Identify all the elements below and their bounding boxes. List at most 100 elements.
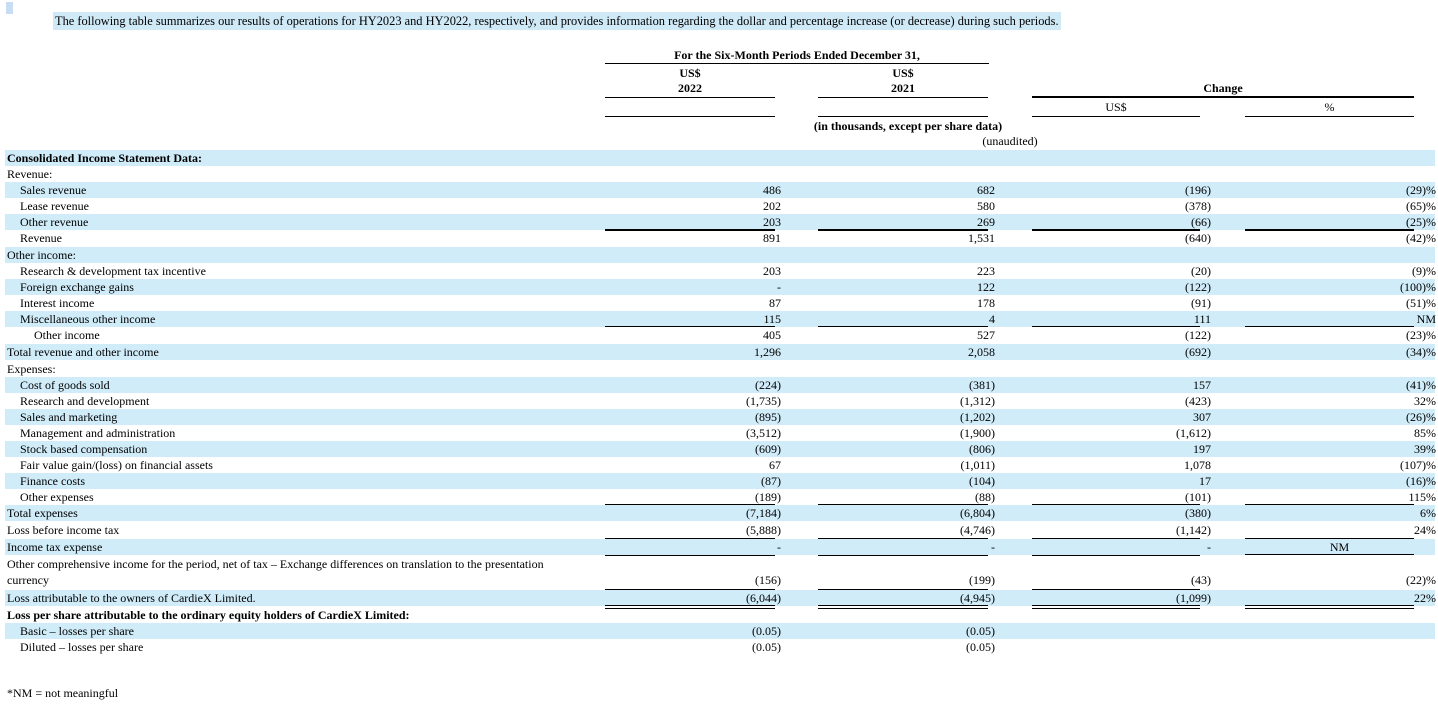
subtotal-rule	[605, 538, 775, 539]
row-label: Fair value gain/(loss) on financial asse…	[20, 458, 213, 472]
subtotal-rule	[1032, 589, 1200, 590]
change-usd-value: (1,612)	[1176, 426, 1211, 440]
table-row: Total expenses (7,184) (6,804) (380) 6%	[5, 505, 1436, 521]
total-rule	[818, 608, 988, 609]
table-row: Diluted – losses per share (0.05) (0.05)	[5, 639, 1435, 655]
row-label: Research and development	[20, 394, 150, 408]
table-row: Stock based compensation (609) (806) 197 39%	[5, 441, 1436, 457]
table-row: Other income 405 527 (122) (23)%	[5, 327, 1436, 343]
change-pct-value: NM	[1416, 312, 1436, 326]
change-pct-value: 85%	[1414, 426, 1436, 440]
subtotal-rule	[605, 229, 775, 231]
row-label: Stock based compensation	[20, 442, 148, 456]
value-hy2022: 1,296	[754, 345, 781, 359]
table-row: Loss attributable to the owners of Cardi…	[5, 590, 1436, 606]
value-hy2022: (3,512)	[746, 426, 781, 440]
value-hy2021: (4,746)	[960, 523, 995, 537]
change-usd-value: -	[1207, 540, 1211, 554]
change-pct-value: (29)%	[1406, 183, 1436, 197]
value-hy2022: -	[777, 280, 781, 294]
value-hy2022: (189)	[755, 490, 781, 504]
table-row: Foreign exchange gains - 122 (122) (100)%	[5, 279, 1436, 295]
change-usd-value: (1,099)	[1176, 591, 1211, 605]
value-hy2022: (87)	[761, 474, 781, 488]
subtotal-rule	[1032, 504, 1200, 505]
subtotal-rule	[818, 555, 988, 556]
row-label: Other income:	[7, 248, 76, 262]
row-label: Expenses:	[7, 362, 56, 376]
table-row: Miscellaneous other income 115 4 111 NM	[5, 311, 1436, 327]
subtotal-rule	[1245, 538, 1414, 539]
selection-marker	[6, 2, 13, 14]
value-hy2022: 203	[763, 215, 781, 229]
change-usd-value: 197	[1193, 442, 1211, 456]
change-pct-value: (25)%	[1406, 215, 1436, 229]
change-pct-value: (26)%	[1406, 410, 1436, 424]
row-label: Other expenses	[20, 490, 94, 504]
subtotal-rule	[605, 326, 775, 327]
change-usd-value: 1,078	[1184, 458, 1211, 472]
row-label: Loss per share attributable to the ordin…	[7, 608, 410, 622]
value-hy2021: 178	[977, 296, 995, 310]
change-usd-value: (640)	[1185, 231, 1211, 245]
subtotal-rule	[1032, 326, 1200, 327]
row-label: Consolidated Income Statement Data:	[7, 151, 202, 165]
value-hy2022: (0.05)	[752, 624, 781, 638]
row-label: Basic – losses per share	[20, 624, 134, 638]
change-rule	[1032, 96, 1414, 98]
value-hy2021: (104)	[969, 474, 995, 488]
change-usd-value: (101)	[1185, 490, 1211, 504]
table-row: Loss before income tax (5,888) (4,746) (1,1…	[5, 522, 1436, 538]
table-row: Income tax expense - - - NM	[5, 539, 1435, 555]
value-hy2021: 4	[989, 312, 995, 326]
unaudited-note: (unaudited)	[982, 134, 1038, 148]
change-pct-value: (42)%	[1406, 231, 1436, 245]
change-pct-value: 22%	[1414, 591, 1436, 605]
row-label: Cost of goods sold	[20, 378, 110, 392]
change-pct-rule	[1245, 116, 1414, 117]
change-usd-value: (20)	[1191, 264, 1211, 278]
change-usd-value: (43)	[1191, 573, 1211, 587]
value-hy2021: (88)	[975, 490, 995, 504]
value-hy2022: (6,044)	[746, 591, 781, 605]
change-usd-value: (122)	[1185, 328, 1211, 342]
table-row: Other income:	[5, 247, 1435, 263]
table-row: Finance costs (87) (104) 17 (16)%	[5, 473, 1436, 489]
total-rule	[605, 608, 775, 609]
value-hy2021: 122	[977, 280, 995, 294]
change-pct-value: (34)%	[1406, 345, 1436, 359]
value-hy2021: (6,804)	[960, 506, 995, 520]
value-hy2022: 486	[763, 183, 781, 197]
value-hy2022: 87	[769, 296, 781, 310]
change-pct-value: (41)%	[1406, 378, 1436, 392]
value-hy2021: 223	[977, 264, 995, 278]
change-pct-value: (9)%	[1412, 264, 1436, 278]
change-usd-value: (1,142)	[1176, 523, 1211, 537]
table-row: Sales revenue 486 682 (196) (29)%	[5, 182, 1436, 198]
table-row: Research and development (1,735) (1,312) (4…	[5, 393, 1436, 409]
col2-currency: US$	[892, 66, 914, 80]
change-pct-value: (100)%	[1400, 280, 1436, 294]
value-hy2022: -	[777, 540, 781, 554]
row-label: Management and administration	[20, 426, 176, 440]
value-hy2022: (224)	[755, 378, 781, 392]
col1-currency: US$	[679, 66, 701, 80]
value-hy2022: (0.05)	[752, 640, 781, 654]
change-pct-value: (23)%	[1406, 328, 1436, 342]
col2-rule-2	[818, 116, 988, 117]
total-rule	[605, 605, 775, 606]
change-usd-value: (378)	[1185, 199, 1211, 213]
row-label: Loss attributable to the owners of Cardi…	[7, 591, 256, 605]
change-pct-value: (107)%	[1400, 458, 1436, 472]
row-label: Finance costs	[20, 474, 85, 488]
total-rule	[1032, 605, 1200, 606]
value-hy2022: (156)	[755, 573, 781, 587]
table-row: Consolidated Income Statement Data:	[5, 150, 1435, 166]
row-label: Sales and marketing	[20, 410, 118, 424]
col2-year: 2021	[891, 81, 915, 95]
change-pct-value: (16)%	[1406, 474, 1436, 488]
total-rule	[818, 605, 988, 606]
table-row: Revenue:	[5, 166, 1435, 182]
row-label: Other revenue	[20, 215, 89, 229]
value-hy2022: 405	[763, 328, 781, 342]
